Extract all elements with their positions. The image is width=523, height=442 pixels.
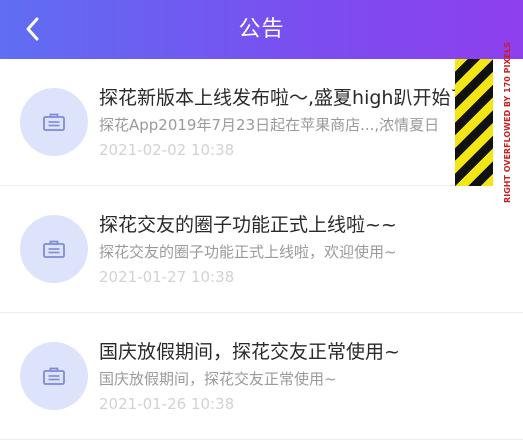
briefcase-icon [43,367,65,385]
overflow-indicator: RIGHT OVERFLOWED BY 170 PIXELS [455,42,523,203]
notice-desc: 国庆放假期间，探花交友正常使用~ [99,370,337,388]
notice-time: 2021-02-02 10:38 [99,141,235,159]
notice-item[interactable]: 探花新版本上线发布啦～,盛夏high趴开始了 探花App2019年7月23日起在… [0,59,523,186]
notice-time: 2021-01-26 10:38 [99,395,235,413]
notice-time: 2021-01-27 10:38 [99,268,235,286]
notice-item[interactable]: 国庆放假期间，探花交友正常使用~ 国庆放假期间，探花交友正常使用~ 2021-0… [0,313,523,440]
notice-title: 国庆放假期间，探花交友正常使用~ [99,341,400,363]
notice-avatar [20,342,88,410]
overflow-stripes [455,59,493,186]
notice-desc: 探花交友的圈子功能正式上线啦，欢迎使用~ [99,243,397,261]
notice-avatar [20,215,88,283]
notice-list: 探花新版本上线发布啦～,盛夏high趴开始了 探花App2019年7月23日起在… [0,59,523,440]
app-header: 公告 [0,0,523,59]
notice-title: 探花新版本上线发布啦～,盛夏high趴开始了 [99,87,470,109]
briefcase-icon [43,113,65,131]
briefcase-icon [43,240,65,258]
page-title: 公告 [238,17,285,42]
overflow-text: RIGHT OVERFLOWED BY 170 PIXELS [502,42,512,203]
notice-item[interactable]: 探花交友的圈子功能正式上线啦~~ 探花交友的圈子功能正式上线啦，欢迎使用~ 20… [0,186,523,313]
notice-title: 探花交友的圈子功能正式上线啦~~ [99,214,397,236]
notice-desc: 探花App2019年7月23日起在苹果商店...,浓情夏日 [99,116,440,134]
notice-avatar [20,88,88,156]
